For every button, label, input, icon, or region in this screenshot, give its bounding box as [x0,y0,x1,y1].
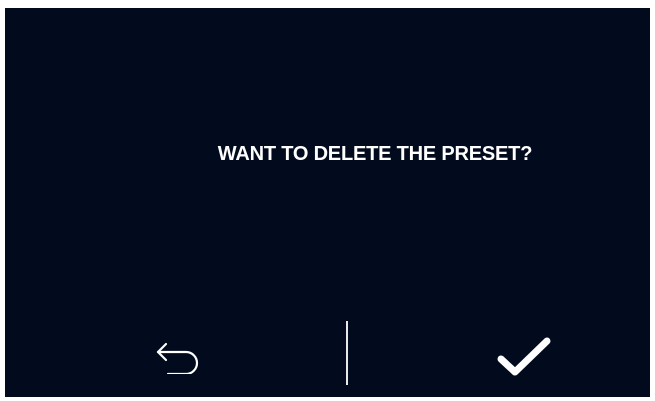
checkmark-icon [497,337,551,382]
dialog-actions [5,317,650,397]
back-button[interactable] [145,331,215,387]
delete-preset-dialog: WANT TO DELETE THE PRESET? [5,8,650,397]
action-divider [346,321,348,385]
confirm-button[interactable] [491,331,557,387]
dialog-message: WANT TO DELETE THE PRESET? [217,143,533,165]
back-arrow-icon [154,340,206,379]
